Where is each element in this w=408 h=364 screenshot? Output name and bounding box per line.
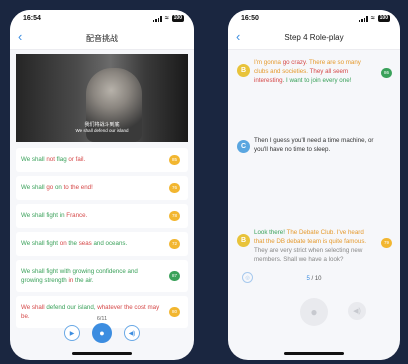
sentence-segment: defend our island, [46,304,98,311]
signal-icon [152,15,162,22]
message-text: I'm gonna go crazy. There are so many cl… [254,58,374,85]
home-indicator [72,352,132,355]
sentence-text: We shall fight on the seas and oceans. [21,240,127,247]
subtitle-chinese: 我们将战斗到底 [84,122,120,128]
speaker-icon: ◀) [353,308,361,315]
wifi-icon: ≈ [370,15,375,22]
sentence-segment: on [54,184,64,191]
record-button[interactable]: ● [92,323,112,343]
sentence-segment: go [46,184,55,191]
message-segment: I'm gonna [254,59,283,66]
sentence-text: We shall go on to the end! [21,184,93,191]
sentence-segment: seas [78,240,94,247]
sentence-segment: France. [66,212,88,219]
page-title: 配音挑战 [86,34,118,43]
status-bar: 16:54 ≈ 100 [10,10,194,26]
speaker-avatar: C [237,140,250,153]
sentence-item[interactable]: We shall fight with growing confidence a… [16,260,188,292]
microphone-icon: ● [99,328,105,338]
speaker-icon: ◀) [128,330,136,337]
sentence-segment: We shall fight in [21,212,67,219]
listen-button[interactable]: ◀) [348,302,366,320]
score-badge: 78 [169,211,180,221]
message-segment: go crazy [282,59,306,66]
score-badge: 85 [169,155,180,165]
wifi-icon: ≈ [164,15,169,22]
status-time: 16:54 [23,15,41,22]
score-badge: 86 [381,68,392,78]
sentence-segment: We shall [21,156,47,163]
score-badge: 79 [381,238,392,248]
dialogue-message[interactable]: B I'm gonna go crazy. There are so many c… [234,58,394,85]
role-play-screen: 16:50 ≈ 100 ‹ Step 4 Role-play B I'm gonn… [228,10,400,360]
sentence-segment: and oceans. [93,240,128,247]
dialogue-message[interactable]: C Then I guess you'll need a time machine… [234,136,394,154]
score-badge: 76 [169,183,180,193]
nav-bar: ‹ 配音挑战 [10,26,194,50]
step-progress: 5 / 10 [306,276,322,282]
home-indicator [284,352,344,355]
battery-icon: 100 [377,15,390,22]
status-time: 16:50 [241,15,259,22]
record-button[interactable]: ● [300,298,328,326]
page-title: Step 4 Role-play [284,33,344,42]
sentence-text: We shall fight with growing confidence a… [21,268,138,284]
message-segment: . I want to join every one! [282,77,352,84]
play-icon: ▶ [69,330,75,337]
listen-button[interactable]: ◀) [124,325,140,341]
battery-icon: 100 [171,15,184,22]
playback-controls: 6/11 ▶ ● ◀) [10,316,194,346]
speaker-avatar: B [237,234,250,247]
sentence-segment: to the end! [63,184,93,191]
signal-icon [358,15,368,22]
sentence-segment: We shall [21,304,47,311]
dialogue-list: B I'm gonna go crazy. There are so many c… [228,50,400,263]
sentence-item[interactable]: We shall go on to the end! 76 [16,176,188,200]
sentence-counter: 6/11 [96,316,108,322]
message-segment: They are very strict when selecting new … [254,247,363,263]
message-segment: Then I guess you'll need a time machine,… [254,137,374,153]
score-badge: 87 [169,271,180,281]
sentence-text: We shall fight in France. [21,212,87,219]
sentence-list: We shall not flag or fail. 85 We shall go … [10,142,194,328]
microphone-icon: ● [310,305,318,319]
sentence-segment: flag [56,156,69,163]
play-button[interactable]: ▶ [64,325,80,341]
sentence-text: We shall not flag or fail. [21,156,85,163]
score-badge: 72 [169,239,180,249]
nav-bar: ‹ Step 4 Role-play [228,26,400,50]
sentence-item[interactable]: We shall not flag or fail. 85 [16,148,188,172]
dialogue-message[interactable]: B Look there! The Debate Club. I've heard… [234,228,394,264]
dubbing-challenge-screen: 16:54 ≈ 100 ‹ 配音挑战 我们将战斗到底 We shall defe… [10,10,194,360]
sentence-segment: the [68,240,79,247]
sentence-segment: not [46,156,57,163]
sentence-segment: the air. [75,277,94,284]
subtitle-english: We shall defend our island [75,128,129,133]
message-text: Then I guess you'll need a time machine,… [254,136,374,154]
sentence-segment: We shall [21,184,47,191]
message-text: Look there! The Debate Club. I've heard … [254,228,374,264]
sentence-segment: We shall fight [21,240,60,247]
video-player[interactable]: 我们将战斗到底 We shall defend our island [16,54,188,142]
sentence-segment: or fail. [68,156,86,163]
sentence-item[interactable]: We shall fight in France. 78 [16,204,188,228]
sentence-item[interactable]: We shall fight on the seas and oceans. 72 [16,232,188,256]
speaker-avatar: B [237,64,250,77]
message-segment: Look there! [254,229,287,236]
status-bar: 16:50 ≈ 100 [228,10,400,26]
